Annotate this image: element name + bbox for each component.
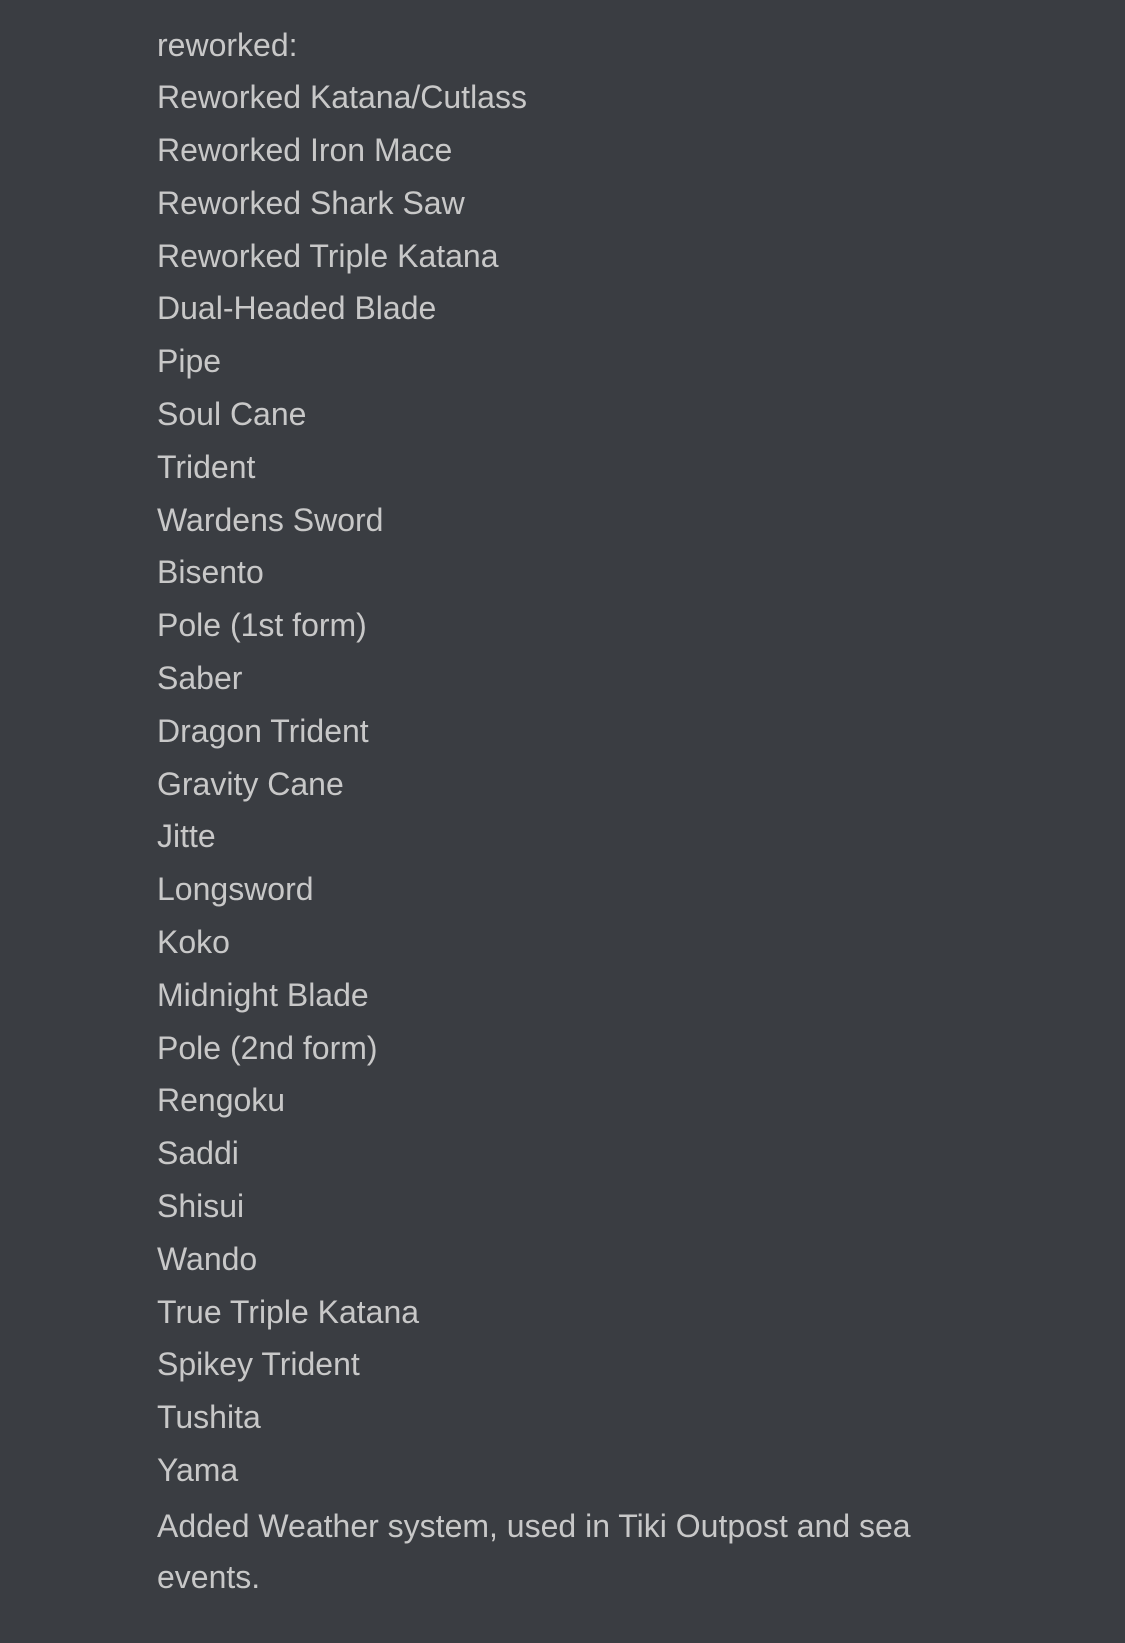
list-item: Saber — [157, 652, 968, 705]
list-item: Koko — [157, 916, 968, 969]
items-list: Reworked Katana/CutlassReworked Iron Mac… — [157, 71, 968, 1497]
list-item: Longsword — [157, 863, 968, 916]
main-content: reworked: Reworked Katana/CutlassReworke… — [0, 0, 1125, 1643]
list-item: Dual-Headed Blade — [157, 282, 968, 335]
list-item: Wardens Sword — [157, 494, 968, 547]
list-item: True Triple Katana — [157, 1286, 968, 1339]
list-item: Rengoku — [157, 1074, 968, 1127]
footer-text: Added Weather system, used in Tiki Outpo… — [157, 1501, 968, 1603]
list-item: Tushita — [157, 1391, 968, 1444]
list-item: Reworked Iron Mace — [157, 124, 968, 177]
list-item: Jitte — [157, 810, 968, 863]
list-item: Pipe — [157, 335, 968, 388]
list-item: Shisui — [157, 1180, 968, 1233]
list-item: Bisento — [157, 546, 968, 599]
list-item: Wando — [157, 1233, 968, 1286]
list-item: Reworked Katana/Cutlass — [157, 71, 968, 124]
list-item: Soul Cane — [157, 388, 968, 441]
list-item: Midnight Blade — [157, 969, 968, 1022]
list-item: Pole (1st form) — [157, 599, 968, 652]
list-item: Saddi — [157, 1127, 968, 1180]
list-item: Trident — [157, 441, 968, 494]
list-item: Pole (2nd form) — [157, 1022, 968, 1075]
section-header: reworked: — [157, 20, 968, 71]
list-item: Yama — [157, 1444, 968, 1497]
list-item: Dragon Trident — [157, 705, 968, 758]
list-item: Reworked Triple Katana — [157, 230, 968, 283]
list-item: Gravity Cane — [157, 758, 968, 811]
list-item: Reworked Shark Saw — [157, 177, 968, 230]
list-item: Spikey Trident — [157, 1338, 968, 1391]
